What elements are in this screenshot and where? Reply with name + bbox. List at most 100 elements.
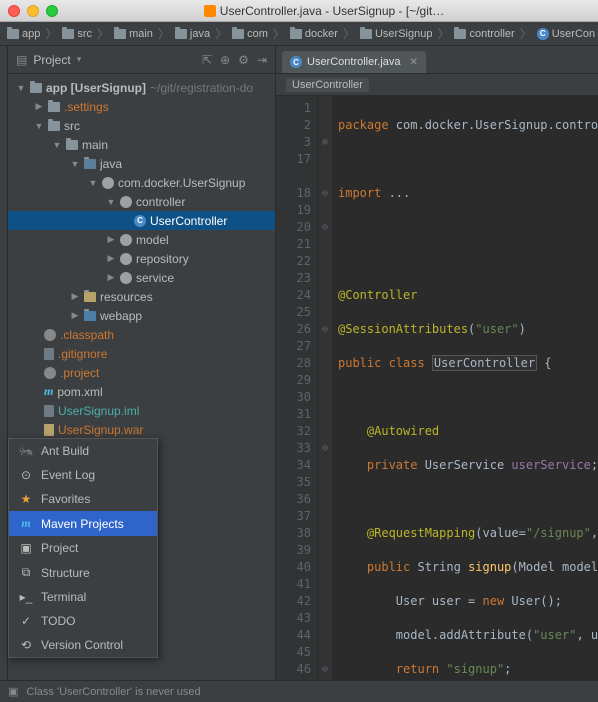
popup-item-ant-build[interactable]: 🐜 Ant Build bbox=[9, 439, 157, 463]
breadcrumb[interactable]: controller bbox=[451, 28, 517, 40]
breadcrumb[interactable]: UserSignup bbox=[357, 28, 435, 40]
folder-icon bbox=[290, 29, 302, 39]
popup-item-label: Version Control bbox=[41, 638, 123, 652]
popup-item-icon: ▣ bbox=[19, 541, 33, 555]
tree-row[interactable]: ▼java bbox=[8, 154, 275, 173]
popup-item-event-log[interactable]: ⊙ Event Log bbox=[9, 463, 157, 487]
folder-icon bbox=[454, 29, 466, 39]
breadcrumb[interactable]: docker bbox=[287, 28, 341, 40]
tree-row[interactable]: ▶.settings bbox=[8, 97, 275, 116]
line-gutter: 1231718192021222324252627282930313233343… bbox=[276, 96, 318, 680]
file-icon bbox=[44, 405, 54, 417]
tree-row[interactable]: .project bbox=[8, 363, 275, 382]
tree-row[interactable]: ▶service bbox=[8, 268, 275, 287]
fold-gutter[interactable]: ⊕⊖⊖⊖⊖⊖ bbox=[318, 96, 332, 680]
project-panel-header: ▤ Project ▾ ⇱ ⊕ ⚙ ⇥ bbox=[8, 46, 275, 74]
popup-item-icon: ⟲ bbox=[19, 638, 33, 652]
popup-item-label: Terminal bbox=[41, 590, 86, 604]
popup-item-favorites[interactable]: ★Favorites bbox=[9, 487, 157, 511]
breadcrumb[interactable]: src bbox=[59, 28, 95, 40]
tree-row-usercontroller[interactable]: CUserController bbox=[8, 211, 275, 230]
chevron-down-icon[interactable]: ▾ bbox=[77, 54, 82, 65]
gear-icon[interactable]: ⚙ bbox=[238, 53, 249, 67]
tree-row[interactable]: ▼src bbox=[8, 116, 275, 135]
tree-row[interactable]: ▶repository bbox=[8, 249, 275, 268]
popup-item-terminal[interactable]: ▸_ Terminal bbox=[9, 585, 157, 609]
file-icon bbox=[44, 367, 56, 379]
folder-icon bbox=[30, 83, 42, 93]
editor-tab[interactable]: C UserController.java ✕ bbox=[282, 51, 426, 73]
class-icon: C bbox=[134, 215, 146, 227]
tool-window-popup: 🐜 Ant Build ⊙ Event Log ★FavoritesmMaven Pro… bbox=[8, 438, 158, 658]
breadcrumb[interactable]: com bbox=[229, 28, 271, 40]
tree-row[interactable]: UserSignup.iml bbox=[8, 401, 275, 420]
tree-row[interactable]: ▼controller bbox=[8, 192, 275, 211]
source-folder-icon bbox=[84, 159, 96, 169]
popup-item-version-control[interactable]: ⟲ Version Control bbox=[9, 633, 157, 657]
close-window-button[interactable] bbox=[8, 5, 20, 17]
editor-tabs: C UserController.java ✕ bbox=[276, 46, 598, 74]
editor-breadcrumb: UserController bbox=[276, 74, 598, 96]
popup-item-icon: ✓ bbox=[19, 614, 33, 628]
popup-item-icon: ★ bbox=[19, 492, 33, 506]
status-bar: ▣ Class 'UserController' is never used bbox=[0, 680, 598, 702]
popup-item-label: Maven Projects bbox=[41, 517, 124, 531]
folder-icon bbox=[66, 140, 78, 150]
project-panel-title: Project bbox=[33, 53, 70, 67]
tree-row[interactable]: .classpath bbox=[8, 325, 275, 344]
editor-body[interactable]: 1231718192021222324252627282930313233343… bbox=[276, 96, 598, 680]
tree-row[interactable]: ▶resources bbox=[8, 287, 275, 306]
class-icon: C bbox=[290, 56, 302, 68]
tree-row-root[interactable]: ▼app [UserSignup] ~/git/registration-do bbox=[8, 78, 275, 97]
window-controls bbox=[8, 5, 58, 17]
tree-row[interactable]: ▶model bbox=[8, 230, 275, 249]
popup-item-label: Ant Build bbox=[41, 444, 89, 458]
breadcrumb[interactable]: java bbox=[172, 28, 213, 40]
breadcrumb[interactable]: main bbox=[111, 28, 156, 40]
popup-item-label: Structure bbox=[41, 566, 90, 580]
folder-icon bbox=[114, 29, 126, 39]
popup-item-icon: ▸_ bbox=[19, 590, 33, 604]
java-file-icon bbox=[204, 5, 216, 17]
folder-icon bbox=[48, 102, 60, 112]
package-icon bbox=[120, 272, 132, 284]
tree-row[interactable]: ▶webapp bbox=[8, 306, 275, 325]
editor-tab-label: UserController.java bbox=[307, 56, 401, 68]
folder-icon bbox=[48, 121, 60, 131]
folder-icon bbox=[62, 29, 74, 39]
hide-panel-icon[interactable]: ⇥ bbox=[257, 53, 267, 67]
popup-item-project[interactable]: ▣ Project bbox=[9, 536, 157, 560]
popup-item-structure[interactable]: ⧉Structure bbox=[9, 560, 157, 585]
popup-item-maven-projects[interactable]: mMaven Projects bbox=[9, 511, 157, 536]
breadcrumb-item[interactable]: UserController bbox=[286, 78, 369, 92]
tree-row[interactable]: UserSignup.war bbox=[8, 420, 275, 439]
collapse-all-icon[interactable]: ⇱ bbox=[202, 53, 212, 67]
package-icon bbox=[120, 196, 132, 208]
tree-row[interactable]: ▼main bbox=[8, 135, 275, 154]
tree-row[interactable]: mpom.xml bbox=[8, 382, 275, 401]
minimize-window-button[interactable] bbox=[27, 5, 39, 17]
titlebar: UserController.java - UserSignup - [~/gi… bbox=[0, 0, 598, 22]
file-icon bbox=[44, 329, 56, 341]
popup-item-label: Project bbox=[41, 541, 78, 555]
tool-window-rail[interactable] bbox=[0, 46, 8, 680]
file-icon bbox=[44, 348, 54, 360]
folder-icon bbox=[7, 29, 19, 39]
popup-item-icon: ⊙ bbox=[19, 468, 33, 482]
breadcrumb[interactable]: app bbox=[4, 28, 43, 40]
tree-row[interactable]: ▼com.docker.UserSignup bbox=[8, 173, 275, 192]
class-icon: C bbox=[537, 28, 549, 40]
maven-icon: m bbox=[44, 384, 53, 399]
code-area[interactable]: package com.docker.UserSignup.controll i… bbox=[332, 96, 598, 680]
folder-icon bbox=[232, 29, 244, 39]
close-tab-icon[interactable]: ✕ bbox=[410, 57, 418, 68]
target-icon[interactable]: ⊕ bbox=[220, 53, 230, 67]
popup-item-todo[interactable]: ✓ TODO bbox=[9, 609, 157, 633]
zoom-window-button[interactable] bbox=[46, 5, 58, 17]
package-icon bbox=[120, 253, 132, 265]
breadcrumb[interactable]: CUserCon bbox=[534, 28, 598, 40]
popup-item-label: TODO bbox=[41, 614, 75, 628]
tree-row[interactable]: .gitignore bbox=[8, 344, 275, 363]
popup-item-label: Event Log bbox=[41, 468, 95, 482]
popup-item-icon: 🐜 bbox=[19, 444, 33, 458]
